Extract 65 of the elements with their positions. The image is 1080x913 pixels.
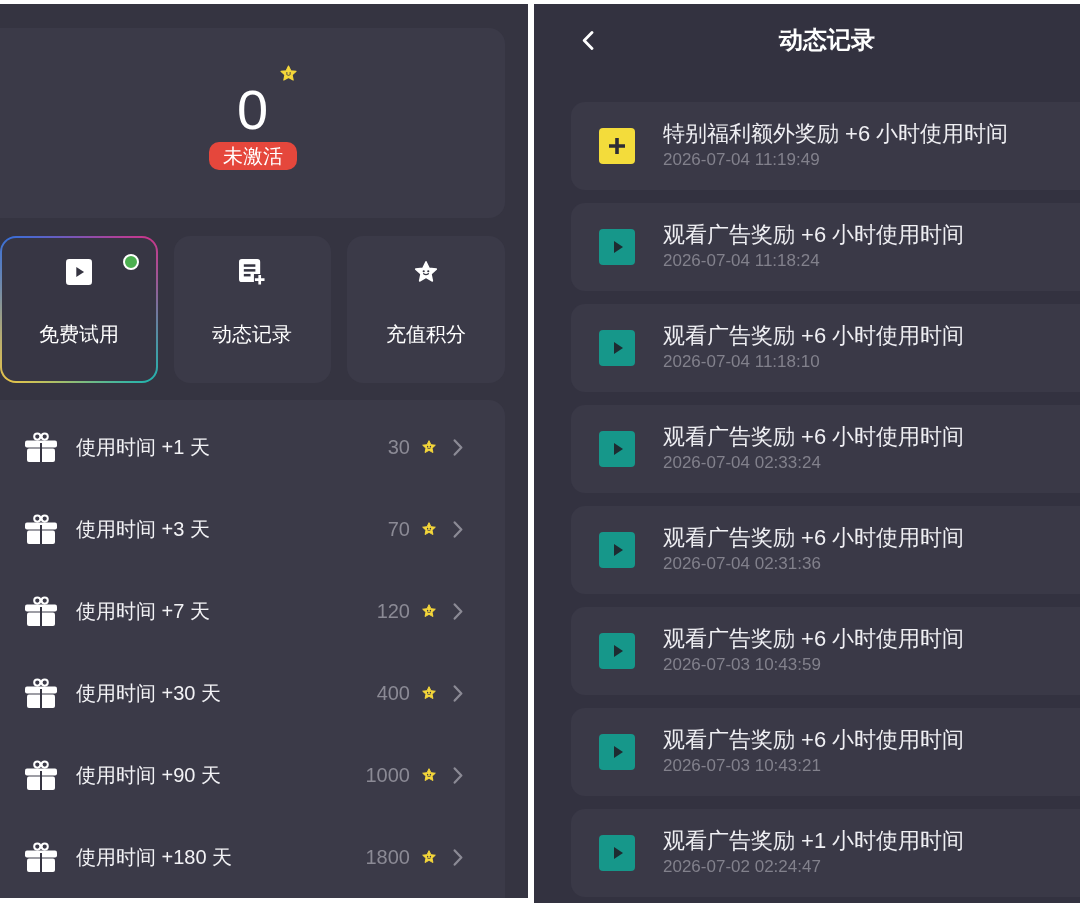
reward-label[interactable]: 使用时间 +3 天 xyxy=(76,515,210,543)
record-title: 观看广告奖励 +6 小时使用时间 xyxy=(663,423,965,451)
price-text: 30 xyxy=(387,435,410,460)
price-text: 400 xyxy=(376,681,410,706)
star-face-icon xyxy=(421,849,437,865)
reward-label[interactable]: 使用时间 +1 天 xyxy=(76,433,210,461)
play-icon xyxy=(599,229,635,265)
gift-icon xyxy=(25,842,57,872)
gift-icon xyxy=(25,760,57,790)
chevron-right-icon[interactable] xyxy=(453,520,463,538)
star-face-icon xyxy=(421,521,437,537)
chevron-right-icon[interactable] xyxy=(453,438,463,456)
gift-icon xyxy=(25,678,57,708)
reward-label[interactable]: 使用时间 +30 天 xyxy=(76,679,222,707)
page-title: 动态记录 xyxy=(779,25,875,55)
price-text: 70 xyxy=(387,517,410,542)
reward-label[interactable]: 使用时间 +90 天 xyxy=(76,761,222,789)
star-face-icon xyxy=(413,259,440,285)
star-face-icon xyxy=(421,685,437,701)
price-text: 1000 xyxy=(365,763,410,788)
record-title: 观看广告奖励 +6 小时使用时间 xyxy=(663,322,965,350)
record-time: 2026-07-04 02:31:36 xyxy=(663,553,821,575)
star-face-icon xyxy=(421,603,437,619)
reward-label[interactable]: 使用时间 +7 天 xyxy=(76,597,210,625)
shortcut-button[interactable]: 充值积分 xyxy=(347,236,505,383)
play-icon xyxy=(65,259,92,285)
back-icon[interactable] xyxy=(582,30,594,50)
star-face-icon xyxy=(421,767,437,783)
record-title: 观看广告奖励 +6 小时使用时间 xyxy=(663,524,965,552)
play-icon xyxy=(599,330,635,366)
record-time: 2026-07-03 10:43:21 xyxy=(663,755,821,777)
gift-icon xyxy=(25,514,57,544)
play-icon xyxy=(599,532,635,568)
gift-icon xyxy=(25,432,57,462)
play-icon xyxy=(599,431,635,467)
gift-icon xyxy=(25,596,57,626)
chevron-right-icon[interactable] xyxy=(453,684,463,702)
shortcut-button[interactable]: 免费试用 xyxy=(0,236,158,383)
record-title: 观看广告奖励 +1 小时使用时间 xyxy=(663,827,965,855)
record-time: 2026-07-04 11:18:10 xyxy=(663,351,820,373)
record-time: 2026-07-04 02:33:24 xyxy=(663,452,821,474)
reward-label[interactable]: 使用时间 +180 天 xyxy=(76,843,233,871)
status-badge: 未激活 xyxy=(208,142,297,170)
record-time: 2026-07-02 02:24:47 xyxy=(663,856,821,878)
record-title: 观看广告奖励 +6 小时使用时间 xyxy=(663,726,965,754)
chevron-right-icon[interactable] xyxy=(453,848,463,866)
play-icon xyxy=(599,835,635,871)
record-title: 特别福利额外奖励 +6 小时使用时间 xyxy=(663,120,1009,148)
star-face-icon xyxy=(421,439,437,455)
shortcut-button[interactable]: 动态记录 xyxy=(173,236,332,383)
record-time: 2026-07-04 11:18:24 xyxy=(663,250,820,272)
price-text: 1800 xyxy=(365,845,410,870)
record-title: 观看广告奖励 +6 小时使用时间 xyxy=(663,221,965,249)
plus-icon xyxy=(599,128,635,164)
chevron-right-icon[interactable] xyxy=(453,602,463,620)
points-value: 0 xyxy=(236,82,269,138)
price-text: 120 xyxy=(376,599,410,624)
document-plus-icon xyxy=(239,259,266,285)
record-time: 2026-07-04 11:19:49 xyxy=(663,149,820,171)
play-icon xyxy=(599,633,635,669)
chevron-right-icon[interactable] xyxy=(453,766,463,784)
record-title: 观看广告奖励 +6 小时使用时间 xyxy=(663,625,965,653)
star-face-icon xyxy=(279,64,299,83)
play-icon xyxy=(599,734,635,770)
record-time: 2026-07-03 10:43:59 xyxy=(663,654,821,676)
